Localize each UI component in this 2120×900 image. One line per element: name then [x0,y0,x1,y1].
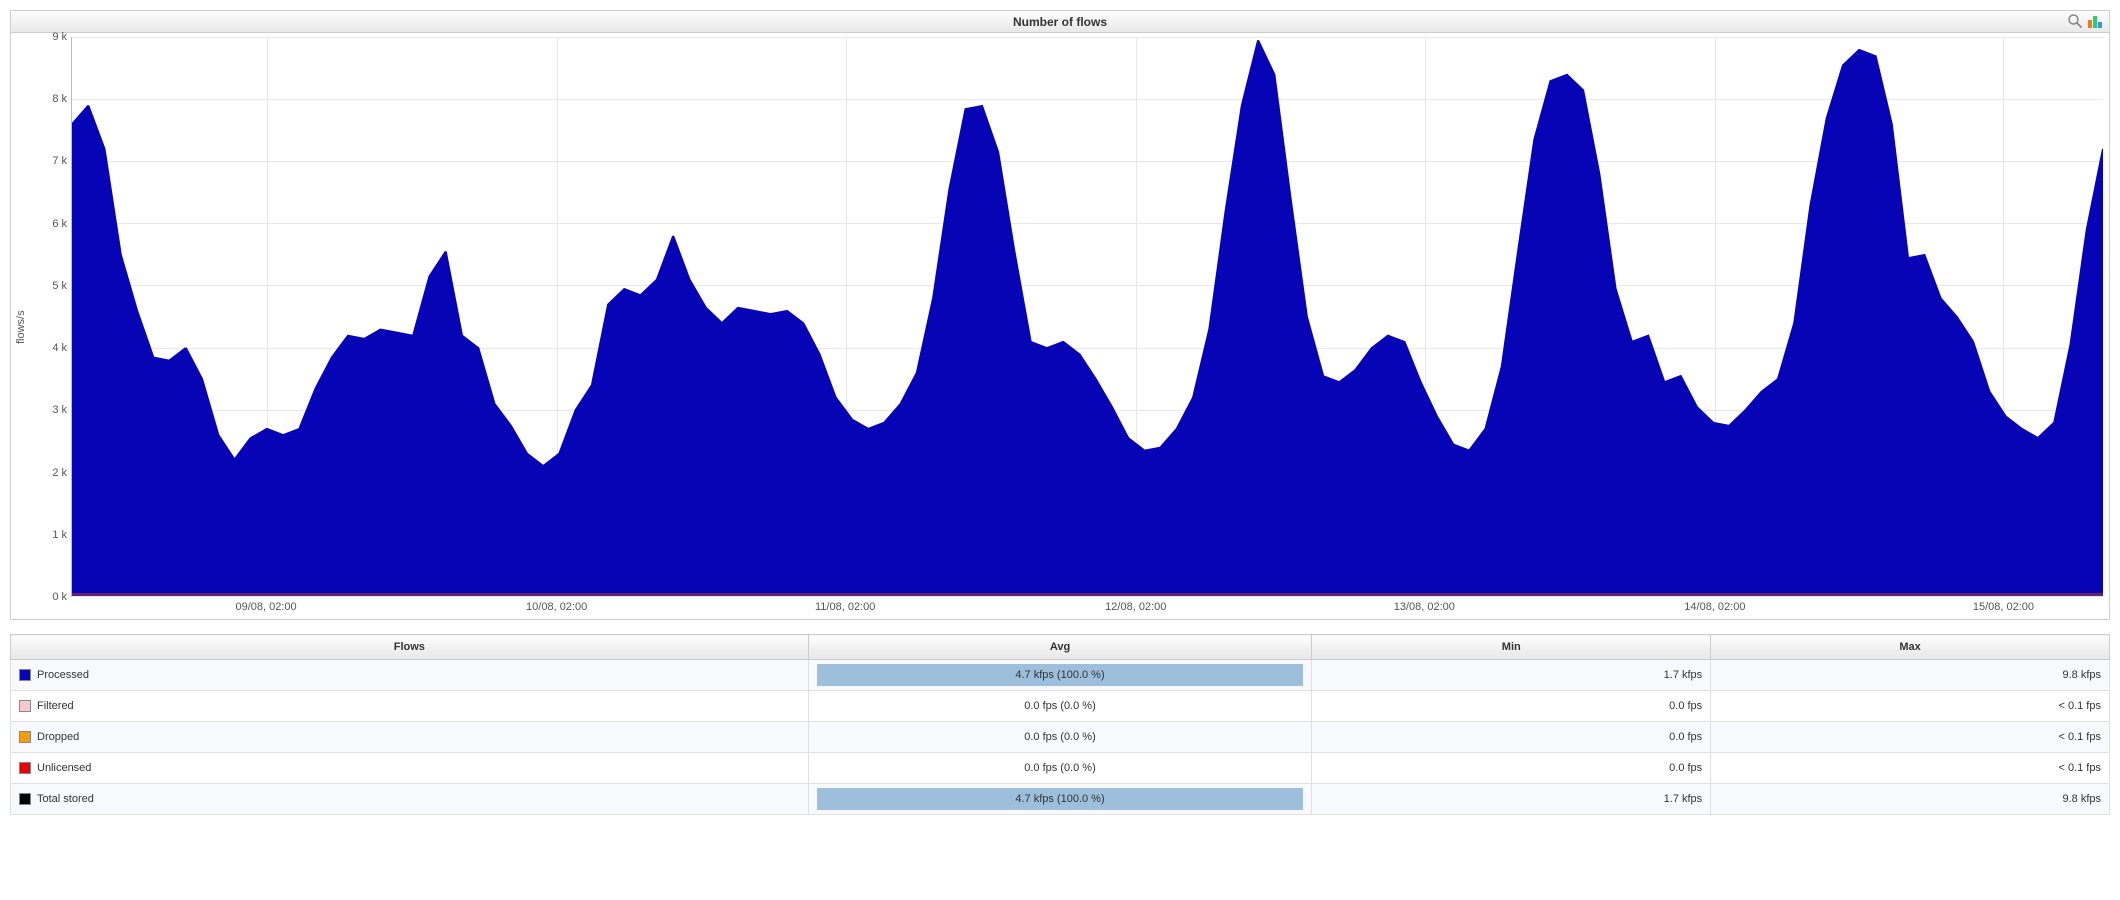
table-cell-flow: Unlicensed [11,753,809,784]
series-swatch [19,700,31,712]
plot-wrap: 09/08, 02:00 10/08, 02:00 11/08, 02:00 12/0… [71,37,2103,617]
table-cell-flow: Processed [11,660,809,691]
table-cell-flow: Filtered [11,691,809,722]
table-cell-avg: 0.0 fps (0.0 %) [808,753,1312,784]
y-axis: 0 k1 k2 k3 k4 k5 k6 k7 k8 k9 k [31,37,71,597]
table-row: Unlicensed 0.0 fps (0.0 %) 0.0 fps< 0.1 fp… [11,753,2110,784]
table-header: Flows [11,635,809,660]
table-row: Filtered 0.0 fps (0.0 %) 0.0 fps< 0.1 fps [11,691,2110,722]
table-cell-max: < 0.1 fps [1711,691,2110,722]
avg-bar: 4.7 kfps (100.0 %) [817,664,1304,686]
series-name: Filtered [37,700,74,712]
y-tick: 6 k [52,218,67,230]
flows-stats-table: FlowsAvgMinMax Processed 4.7 kfps (100.0 … [10,634,2110,815]
y-tick: 8 k [52,93,67,105]
x-tick: 12/08, 02:00 [1105,601,1166,613]
y-axis-label: flows/s [11,37,31,617]
baseline-indicator [72,593,2103,596]
x-axis: 09/08, 02:00 10/08, 02:00 11/08, 02:00 12/0… [71,597,2103,617]
y-tick: 2 k [52,467,67,479]
avg-bar: 0.0 fps (0.0 %) [817,695,1304,717]
table-cell-avg: 4.7 kfps (100.0 %) [808,660,1312,691]
table-cell-min: 1.7 kfps [1312,660,1711,691]
table-header: Avg [808,635,1312,660]
table-cell-flow: Total stored [11,784,809,815]
chart-body: flows/s 0 k 1 k 2 k 3 k 4 k 5 k 6 k 7 k 8 k 9 k 0… [11,33,2109,619]
table-cell-flow: Dropped [11,722,809,753]
grid-line-h [72,596,2103,597]
table-cell-min: 0.0 fps [1312,753,1711,784]
avg-bar: 4.7 kfps (100.0 %) [817,788,1304,810]
series-swatch [19,731,31,743]
area-series-processed [72,40,2103,596]
chart-header: Number of flows [11,11,2109,33]
x-tick: 13/08, 02:00 [1394,601,1455,613]
table-body: Processed4.7 kfps (100.0 %)1.7 kfps9.8 k… [11,660,2110,815]
table-cell-min: 1.7 kfps [1312,784,1711,815]
series-swatch [19,669,31,681]
y-tick: 1 k [52,529,67,541]
table-cell-max: < 0.1 fps [1711,753,2110,784]
avg-bar: 0.0 fps (0.0 %) [817,726,1304,748]
series-name: Processed [37,669,89,681]
table-row: Processed 4.7 kfps (100.0 %) 1.7 kfps9.8 k… [11,660,2110,691]
y-tick: 7 k [52,155,67,167]
x-tick: 11/08, 02:00 [815,601,875,613]
series-name: Total stored [37,793,94,805]
table-cell-min: 0.0 fps [1312,722,1711,753]
chart-tools [2067,13,2103,29]
chart-title: Number of flows [19,15,2101,29]
x-tick: 15/08, 02:00 [1973,601,2034,613]
flows-chart-panel: Number of flows flows/s 0 k 1 k 2 k 3 k 4 k 5… [10,10,2110,620]
x-tick: 14/08, 02:00 [1684,601,1745,613]
series-swatch [19,762,31,774]
table-cell-min: 0.0 fps [1312,691,1711,722]
y-tick: 5 k [52,280,67,292]
x-tick: 09/08, 02:00 [235,601,296,613]
y-tick: 0 k [52,591,67,603]
x-tick: 10/08, 02:00 [526,601,587,613]
table-cell-max: 9.8 kfps [1711,660,2110,691]
table-header-row: FlowsAvgMinMax [11,635,2110,660]
table-cell-max: 9.8 kfps [1711,784,2110,815]
avg-bar: 0.0 fps (0.0 %) [817,757,1304,779]
table-row: Dropped 0.0 fps (0.0 %) 0.0 fps< 0.1 fps [11,722,2110,753]
series-swatch [19,793,31,805]
table-header: Max [1711,635,2110,660]
plot-area[interactable] [71,37,2103,597]
zoom-icon[interactable] [2067,13,2083,29]
series-name: Dropped [37,731,79,743]
table-cell-avg: 0.0 fps (0.0 %) [808,691,1312,722]
table-cell-max: < 0.1 fps [1711,722,2110,753]
table-header: Min [1312,635,1711,660]
y-tick: 4 k [52,342,67,354]
chart-export-icon[interactable] [2087,13,2103,29]
series-name: Unlicensed [37,762,91,774]
y-tick: 9 k [52,31,67,43]
table-cell-avg: 4.7 kfps (100.0 %) [808,784,1312,815]
table-row: Total stored 4.7 kfps (100.0 %) 1.7 kfps9.… [11,784,2110,815]
y-tick: 3 k [52,404,67,416]
table-cell-avg: 0.0 fps (0.0 %) [808,722,1312,753]
